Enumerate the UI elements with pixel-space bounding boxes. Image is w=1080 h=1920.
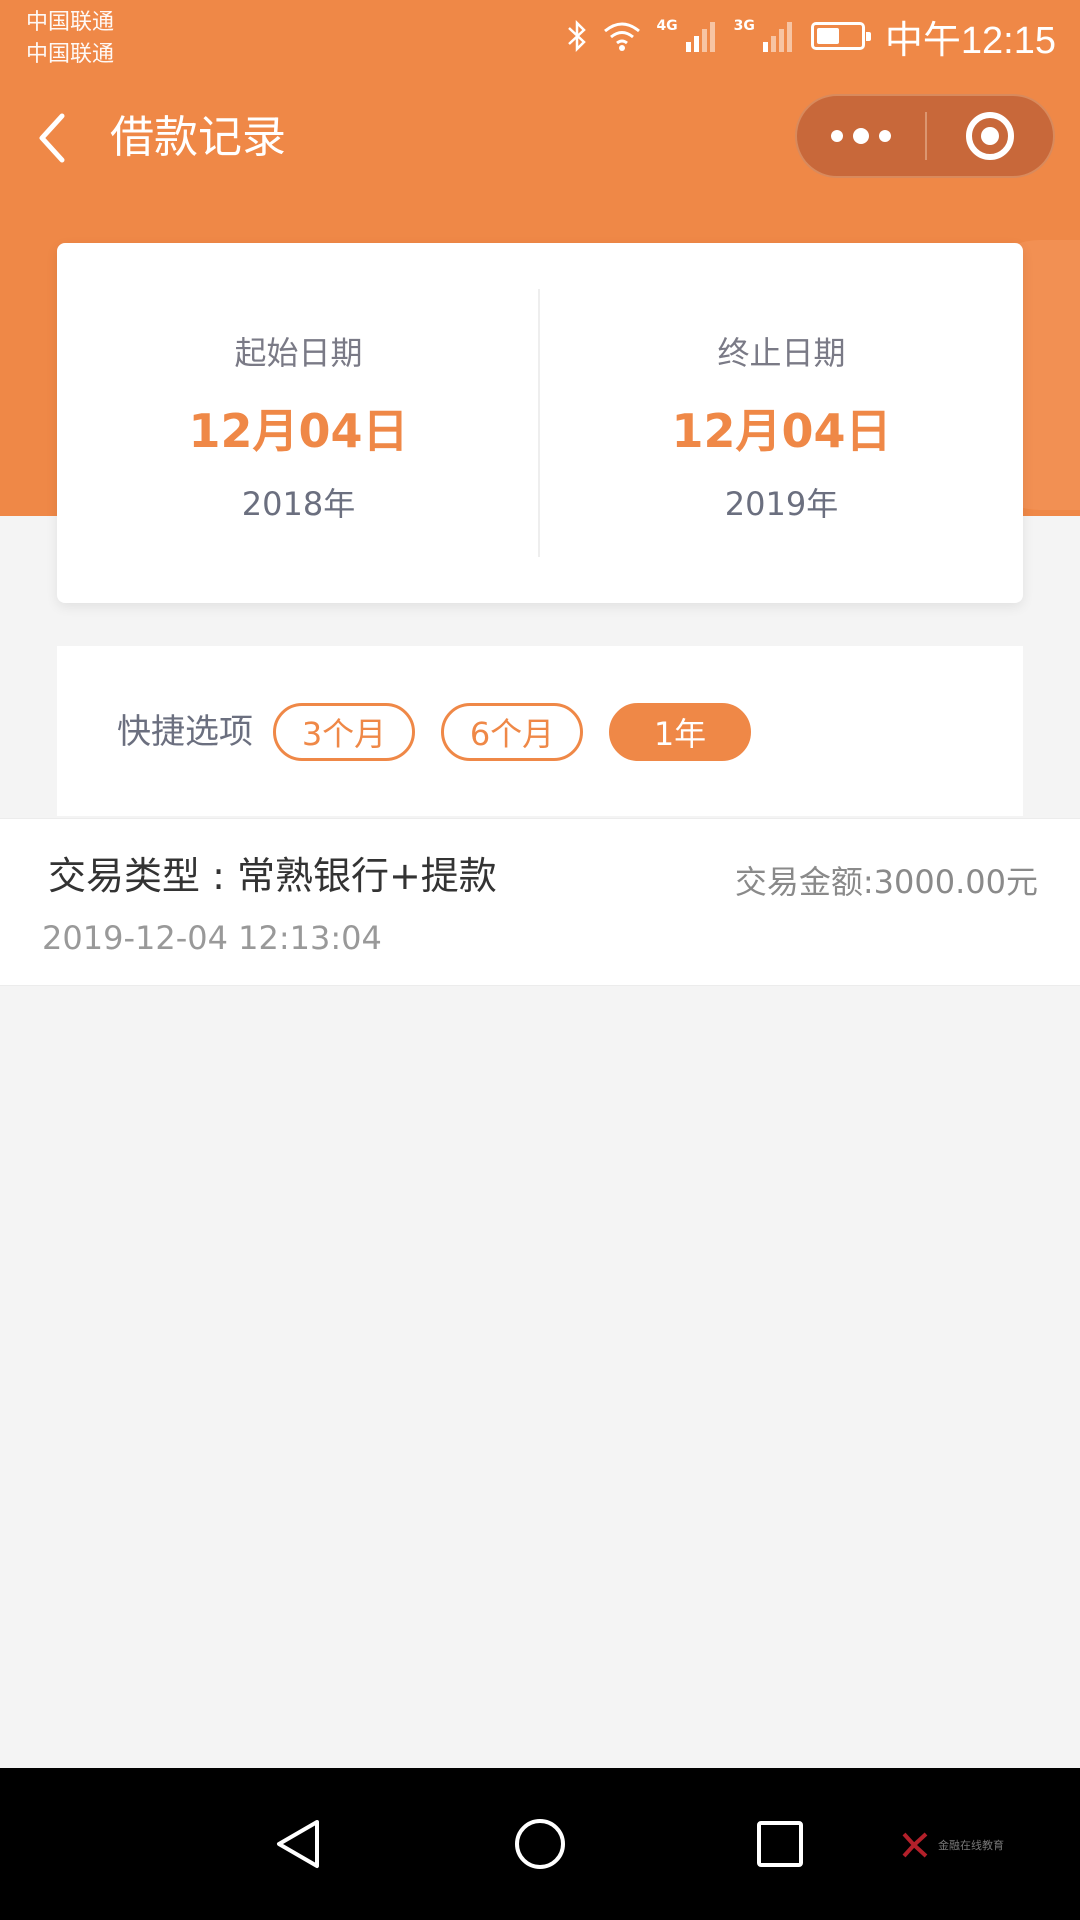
bluetooth-icon [566, 18, 588, 54]
start-date-label: 起始日期 [234, 334, 363, 372]
system-recents-button[interactable] [748, 1812, 812, 1876]
carrier-1: 中国联通 [26, 10, 115, 35]
status-time: 中午12:15 [884, 19, 1056, 62]
start-date-value: 12月04日 [188, 404, 409, 458]
back-triangle-icon [277, 1820, 319, 1868]
page-title: 借款记录 [110, 112, 286, 163]
mini-program-capsule [795, 94, 1055, 178]
status-bar: 中国联通 中国联通 4G 3G 中午12:15 [0, 0, 1080, 72]
signal-4g-icon [684, 20, 720, 52]
signal-3g-icon [761, 20, 797, 52]
start-date-picker[interactable]: 起始日期 12月04日 2018年 [57, 243, 540, 603]
carrier-2: 中国联通 [26, 42, 115, 67]
watermark: 金融在线教育 [900, 1830, 1004, 1860]
system-nav-bar: 金融在线教育 [0, 1768, 1080, 1920]
chevron-left-icon [39, 113, 65, 163]
signal-1-label: 4G [656, 18, 678, 34]
end-date-year: 2019年 [724, 485, 839, 523]
wifi-icon [602, 20, 642, 52]
more-dots-icon [831, 130, 843, 142]
status-icons: 4G 3G 中午12:15 [566, 12, 1056, 62]
watermark-text: 金融在线教育 [938, 1839, 1004, 1852]
signal-2-label: 3G [733, 18, 755, 34]
more-button[interactable] [797, 96, 925, 176]
transaction-time: 2019-12-04 12:13:04 [42, 919, 382, 957]
quick-options-label: 快捷选项 [117, 712, 253, 752]
back-button[interactable] [30, 108, 80, 168]
quick-options-card: 快捷选项 3个月 6个月 1年 [57, 646, 1023, 816]
end-date-value: 12月04日 [671, 404, 892, 458]
home-circle-icon [515, 1819, 565, 1869]
date-range-card: 起始日期 12月04日 2018年 终止日期 12月04日 2019年 [57, 243, 1023, 603]
recents-square-icon [757, 1821, 803, 1867]
close-button[interactable] [927, 96, 1053, 176]
target-circle-icon [966, 112, 1014, 160]
battery-icon [810, 22, 871, 50]
quick-option-1-year[interactable]: 1年 [609, 703, 751, 761]
system-back-button[interactable] [267, 1812, 331, 1876]
quick-option-6-months[interactable]: 6个月 [441, 703, 583, 761]
system-home-button[interactable] [508, 1812, 572, 1876]
transaction-amount: 交易金额:3000.00元 [734, 863, 1038, 901]
end-date-picker[interactable]: 终止日期 12月04日 2019年 [540, 243, 1023, 603]
transaction-type: 交易类型 : 常熟银行+提款 [48, 854, 497, 898]
end-date-label: 终止日期 [717, 334, 846, 372]
transaction-row[interactable]: 交易类型 : 常熟银行+提款 2019-12-04 12:13:04 交易金额:… [0, 818, 1080, 986]
start-date-year: 2018年 [241, 485, 356, 523]
watermark-logo-icon [902, 1832, 928, 1858]
quick-option-3-months[interactable]: 3个月 [273, 703, 415, 761]
